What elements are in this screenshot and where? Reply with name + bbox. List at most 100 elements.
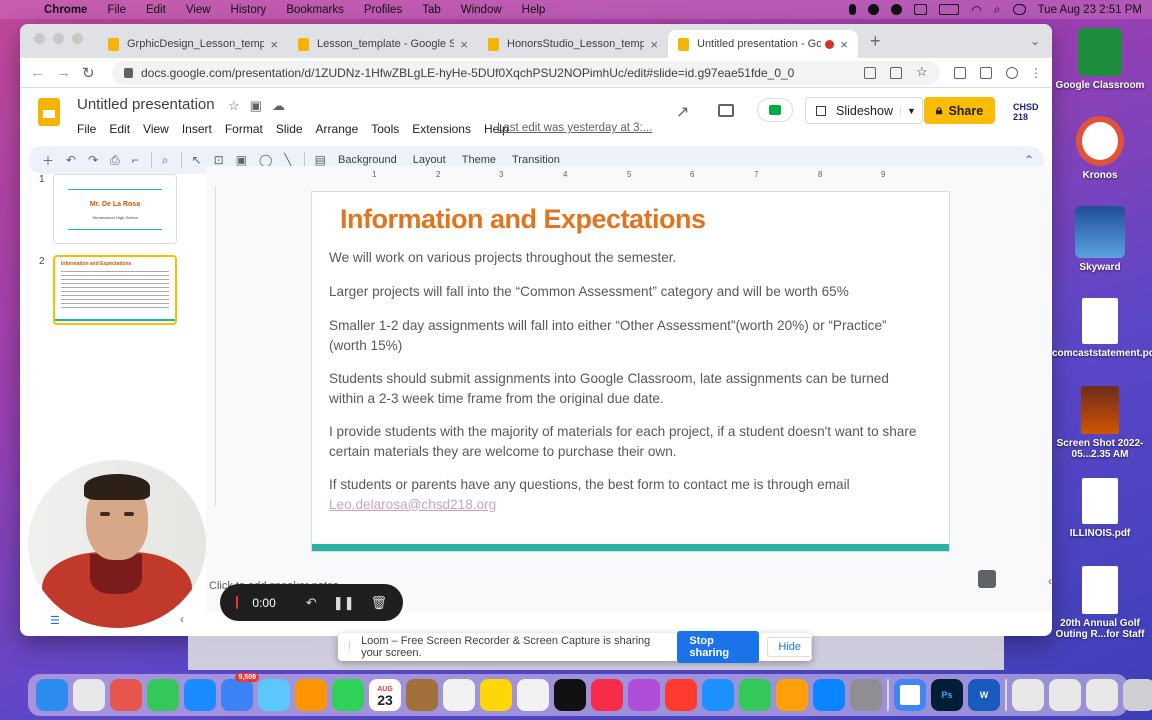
news-icon[interactable] <box>665 679 697 711</box>
close-tab-icon[interactable]: × <box>270 37 278 52</box>
extension-icon[interactable] <box>954 66 966 79</box>
sync-icon[interactable] <box>891 4 903 15</box>
slide-paragraph[interactable]: Smaller 1-2 day assignments will fall in… <box>329 316 899 355</box>
screen-icon[interactable] <box>914 4 928 15</box>
text-box-icon[interactable]: ⊡ <box>214 153 224 167</box>
maps-icon[interactable] <box>258 679 290 711</box>
tab-search-chevron-icon[interactable]: ⌄ <box>1030 34 1040 48</box>
desktop-icon-comcast-pdf[interactable]: comcaststatement.pdf <box>1052 298 1152 359</box>
meet-button[interactable] <box>757 98 793 122</box>
photos-icon[interactable] <box>73 679 105 711</box>
folder-stack-icon[interactable] <box>1012 679 1044 711</box>
close-tab-icon[interactable]: × <box>840 37 848 52</box>
close-tab-icon[interactable]: × <box>650 37 658 52</box>
menu-profiles[interactable]: Profiles <box>364 4 402 16</box>
forward-icon[interactable]: → <box>56 64 82 81</box>
profile-icon[interactable] <box>1006 66 1018 79</box>
minimize-window-button[interactable] <box>53 33 64 44</box>
star-icon[interactable]: ☆ <box>228 98 240 114</box>
keynote-icon[interactable] <box>702 679 734 711</box>
launchpad-icon[interactable] <box>110 679 142 711</box>
camera-icon[interactable] <box>864 66 876 79</box>
menu-window[interactable]: Window <box>461 4 502 16</box>
webcam-bubble[interactable] <box>28 460 206 628</box>
calendar-icon[interactable]: AUG 23 <box>369 679 401 711</box>
photoshop-icon[interactable]: Ps <box>931 679 963 711</box>
close-window-button[interactable] <box>34 33 45 44</box>
google-slides-logo-icon[interactable] <box>38 98 60 126</box>
desktop-icon-screenshot[interactable]: Screen Shot 2022-05...2.35 AM <box>1052 386 1148 460</box>
reading-list-icon[interactable] <box>980 66 992 79</box>
move-folder-icon[interactable]: ▣ <box>250 98 262 114</box>
image-icon[interactable]: ▣ <box>236 153 247 167</box>
line-icon[interactable]: ╲ <box>284 153 291 167</box>
menu-edit[interactable]: Edit <box>146 4 166 16</box>
menu-help[interactable]: Help <box>522 4 546 16</box>
messages-icon[interactable] <box>147 679 179 711</box>
menu-app-name[interactable]: Chrome <box>44 4 87 16</box>
back-icon[interactable]: ← <box>30 64 56 81</box>
transition-button[interactable]: Transition <box>512 154 560 166</box>
explore-icon[interactable] <box>978 570 996 588</box>
finder-icon[interactable] <box>36 679 68 711</box>
pause-icon[interactable]: ❚❚ <box>333 595 355 611</box>
slide-thumbnail-2[interactable]: Information and Expectations <box>53 255 177 325</box>
drag-handle-icon[interactable]: ⁞ <box>348 641 351 653</box>
collapse-toolbar-icon[interactable]: ⌃ <box>1024 153 1034 167</box>
print-icon[interactable]: ⎙ <box>110 153 120 168</box>
desktop-icon-kronos[interactable]: Kronos <box>1052 116 1148 181</box>
new-slide-icon[interactable]: ＋ <box>42 152 54 169</box>
notes-icon[interactable] <box>480 679 512 711</box>
music-icon[interactable] <box>591 679 623 711</box>
slide-paragraph[interactable]: If students or parents have any question… <box>329 475 929 514</box>
cloud-status-icon[interactable]: ☁ <box>272 98 285 114</box>
chrome-icon[interactable] <box>894 679 926 711</box>
new-tab-button[interactable]: + <box>870 31 881 52</box>
browser-tab[interactable]: Lesson_template - Google Slid × <box>288 30 478 58</box>
safari-icon[interactable] <box>184 679 216 711</box>
url-field[interactable]: docs.google.com/presentation/d/1ZUDNz-1H… <box>112 60 940 85</box>
paint-format-icon[interactable]: ⌐ <box>132 153 139 167</box>
stop-sharing-button[interactable]: Stop sharing <box>677 631 760 663</box>
chrome-menu-icon[interactable]: ⋮ <box>1030 66 1042 80</box>
share-page-icon[interactable] <box>890 66 902 79</box>
menu-clock[interactable]: Tue Aug 23 2:51 PM <box>1038 4 1142 16</box>
share-button[interactable]: 🔒︎ Share <box>924 97 995 124</box>
apple-tv-icon[interactable] <box>554 679 586 711</box>
menu-view[interactable]: View <box>186 4 211 16</box>
docs-menu-file[interactable]: File <box>77 122 96 136</box>
docs-menu-insert[interactable]: Insert <box>182 122 212 136</box>
downloads-stack-icon[interactable] <box>1049 679 1081 711</box>
photos-app-icon[interactable] <box>295 679 327 711</box>
delete-icon[interactable]: 🗑︎ <box>370 595 387 611</box>
shape-icon[interactable]: ◯ <box>259 153 272 167</box>
document-title[interactable]: Untitled presentation <box>77 96 215 113</box>
docs-menu-arrange[interactable]: Arrange <box>316 122 359 136</box>
slide-paragraph[interactable]: Students should submit assignments into … <box>329 369 909 408</box>
reminders-icon[interactable] <box>443 679 475 711</box>
theme-button[interactable]: Theme <box>462 154 496 166</box>
system-preferences-icon[interactable] <box>850 679 882 711</box>
spotlight-search-icon[interactable]: ⌕ <box>994 2 1001 17</box>
word-icon[interactable]: W <box>968 679 1000 711</box>
browser-tab[interactable]: HonorsStudio_Lesson_template × <box>478 30 668 58</box>
slide-paragraph[interactable]: Larger projects will fall into the “Comm… <box>329 282 929 302</box>
undo-icon[interactable]: ↶ <box>66 153 76 167</box>
facetime-icon[interactable] <box>332 679 364 711</box>
slide-title[interactable]: Information and Expectations <box>340 204 706 235</box>
slideshow-button[interactable]: Slideshow ▼ <box>805 97 923 124</box>
bookmark-star-icon[interactable]: ☆ <box>916 65 928 79</box>
reload-icon[interactable]: ↻ <box>82 64 108 82</box>
select-cursor-icon[interactable]: ↖ <box>192 153 202 167</box>
docs-menu-slide[interactable]: Slide <box>276 122 303 136</box>
close-tab-icon[interactable]: × <box>460 37 468 52</box>
desktop-icon-illinois-pdf[interactable]: ILLINOIS.pdf <box>1052 478 1148 539</box>
control-center-icon[interactable] <box>1012 4 1026 15</box>
slide-paragraph[interactable]: I provide students with the majority of … <box>329 422 929 461</box>
account-avatar[interactable]: CHSD 218 <box>1013 102 1052 122</box>
docs-menu-view[interactable]: View <box>143 122 169 136</box>
menu-bookmarks[interactable]: Bookmarks <box>286 4 344 16</box>
desktop-icon-google-classroom[interactable]: Google Classroom <box>1052 28 1148 91</box>
numbers-icon[interactable] <box>739 679 771 711</box>
slide-thumbnail-1[interactable]: Mr. De La Rosa Streamwood High School <box>53 174 177 244</box>
